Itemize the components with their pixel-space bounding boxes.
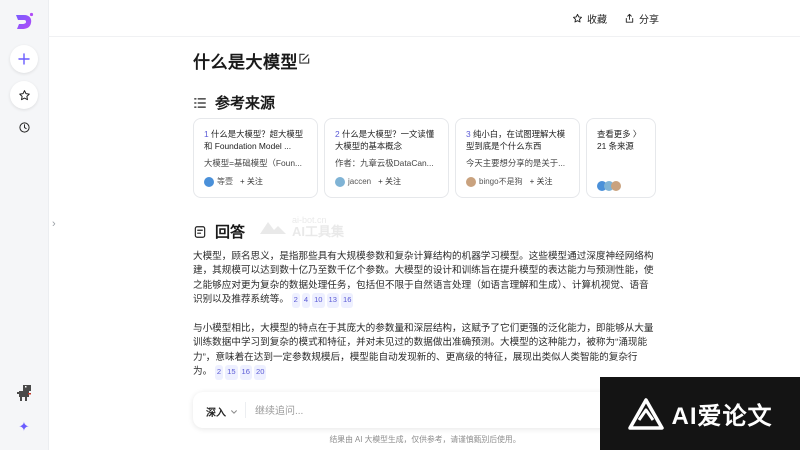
favorite-label: 收藏 xyxy=(587,14,607,26)
source-card-snippet: 作者：九章云极DataCan... xyxy=(335,158,434,168)
source-card-1[interactable]: 1 什么是大模型？超大模型和 Foundation Model ... 大模型=… xyxy=(193,118,318,198)
sources-heading-label: 参考来源 xyxy=(215,95,276,112)
author-avatar xyxy=(204,176,214,187)
document-icon xyxy=(194,225,206,238)
mode-label: 深入 xyxy=(206,408,226,419)
source-avatars xyxy=(597,181,646,191)
plus-icon xyxy=(18,53,30,65)
citation-refs-1: 2 4 10 13 16 xyxy=(291,293,356,308)
watermark: ai-bot.cn AI工具集 xyxy=(258,216,344,238)
citation-ref[interactable]: 13 xyxy=(326,293,339,308)
source-card-title: 3 纯小白，在试图理解大模型到底是个什么东西 xyxy=(466,128,570,152)
follow-up-input[interactable] xyxy=(253,402,587,420)
page-title: 什么是大模型 xyxy=(193,53,298,72)
history-button[interactable] xyxy=(10,113,38,141)
brand-badge: AI爱论文 xyxy=(600,377,800,450)
source-number: 1 xyxy=(204,129,209,139)
source-title-text: 纯小白，在试图理解大模型到底是个什么东西 xyxy=(466,129,566,151)
source-card-footer: 等壹 + 关注 xyxy=(204,176,308,187)
answer-text-1: 大模型，顾名思义，是指那些具有大规模参数和复杂计算结构的机器学习模型。这些模型通… xyxy=(193,251,654,306)
source-card-title: 2 什么是大模型？一文读懂大模型的基本概念 xyxy=(335,128,439,152)
brand-text: AI爱论文 xyxy=(671,403,773,430)
follow-button[interactable]: + 关注 xyxy=(530,176,553,187)
source-title-text: 什么是大模型？超大模型和 Foundation Model ... xyxy=(204,129,304,151)
share-label: 分享 xyxy=(639,14,659,26)
citation-ref[interactable]: 16 xyxy=(239,365,252,380)
sparkle-icon[interactable]: ✦ xyxy=(17,420,31,434)
view-more-sources-card[interactable]: 查看更多 〉 21 条来源 xyxy=(586,118,656,198)
divider xyxy=(245,402,246,418)
source-card-snippet: 今天主要想分享的是关于... xyxy=(466,158,566,168)
citation-ref[interactable]: 10 xyxy=(312,293,325,308)
favorite-button[interactable]: 收藏 xyxy=(572,10,607,26)
source-number: 2 xyxy=(335,129,340,139)
edit-icon[interactable] xyxy=(297,52,311,66)
user-avatar-icon[interactable] xyxy=(14,383,34,403)
source-number: 3 xyxy=(466,129,471,139)
source-card-footer: bingo不是狗 + 关注 xyxy=(466,176,570,187)
watermark-name: AI工具集 xyxy=(292,224,345,239)
citation-ref[interactable]: 2 xyxy=(291,293,300,308)
brand-logo-icon xyxy=(627,397,664,430)
follow-up-box: 深入 xyxy=(193,392,656,428)
source-card-3[interactable]: 3 纯小白，在试图理解大模型到底是个什么东西 今天主要想分享的是关于... bi… xyxy=(455,118,580,198)
sources-heading: 参考来源 xyxy=(193,92,275,113)
answer-heading-label: 回答 xyxy=(215,224,246,241)
star-icon xyxy=(18,89,30,100)
share-button[interactable]: 分享 xyxy=(624,10,659,26)
answer-paragraph-1: 大模型，顾名思义，是指那些具有大规模参数和复杂计算结构的机器学习模型。这些模型通… xyxy=(193,250,656,308)
new-chat-button[interactable] xyxy=(10,45,38,73)
follow-button[interactable]: + 关注 xyxy=(240,176,263,187)
citation-ref[interactable]: 2 xyxy=(214,365,224,380)
source-author: bingo不是狗 xyxy=(479,177,523,186)
citation-ref[interactable]: 16 xyxy=(340,293,354,308)
citation-ref[interactable]: 20 xyxy=(254,365,267,380)
source-author: jaccen xyxy=(348,177,372,186)
source-card-snippet: 大模型=基础模型（Foun... xyxy=(204,158,302,168)
answer-paragraph-2: 与小模型相比，大模型的特点在于其庞大的参数量和深层结构，这赋予了它们更强的泛化能… xyxy=(193,322,656,380)
left-sidebar: ✦ xyxy=(0,0,49,450)
author-avatar xyxy=(611,181,621,191)
citation-refs-2: 2 15 16 20 xyxy=(214,365,269,380)
app-logo-icon[interactable] xyxy=(14,12,34,32)
mode-selector[interactable]: 深入 xyxy=(206,404,238,419)
star-icon xyxy=(573,13,582,22)
watermark-logo-icon xyxy=(260,222,286,234)
chevron-down-icon xyxy=(231,409,237,414)
answer-heading: 回答 xyxy=(193,221,245,242)
citation-ref[interactable]: 4 xyxy=(301,293,311,308)
list-icon xyxy=(194,97,206,108)
follow-button[interactable]: + 关注 xyxy=(378,176,401,187)
expand-sidebar-icon[interactable]: › xyxy=(52,218,60,230)
source-title-text: 什么是大模型？一文读懂大模型的基本概念 xyxy=(335,129,435,151)
favorites-button[interactable] xyxy=(10,81,38,109)
source-cards: 1 什么是大模型？超大模型和 Foundation Model ... 大模型=… xyxy=(193,118,656,200)
author-avatar xyxy=(466,176,476,187)
author-avatar xyxy=(335,176,345,187)
source-card-2[interactable]: 2 什么是大模型？一文读懂大模型的基本概念 作者：九章云极DataCan... … xyxy=(324,118,449,198)
citation-ref[interactable]: 15 xyxy=(225,365,238,380)
top-bar: 收藏 分享 xyxy=(48,0,800,37)
clock-icon xyxy=(18,121,30,133)
view-more-label: 查看更多 〉 xyxy=(597,129,642,139)
share-icon xyxy=(625,13,634,23)
source-count: 21 条来源 xyxy=(597,141,634,151)
source-author: 等壹 xyxy=(217,177,233,186)
source-card-title: 1 什么是大模型？超大模型和 Foundation Model ... xyxy=(204,128,308,152)
source-card-footer: jaccen + 关注 xyxy=(335,176,439,187)
